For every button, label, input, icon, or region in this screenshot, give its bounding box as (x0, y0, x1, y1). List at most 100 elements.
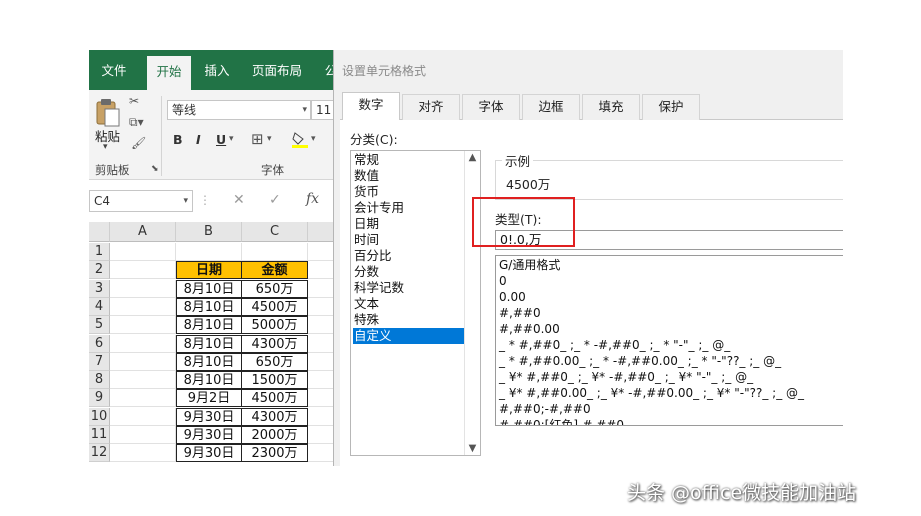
category-item[interactable]: 特殊 (353, 312, 466, 328)
tab-alignment[interactable]: 对齐 (402, 94, 460, 120)
insert-function-icon[interactable]: fx (306, 191, 319, 207)
row-header[interactable]: 5 (89, 316, 110, 335)
table-cell-amount[interactable]: 4300万 (241, 334, 308, 353)
table-cell-amount[interactable]: 5000万 (241, 316, 308, 335)
table-cell-date[interactable]: 8月10日 (176, 316, 242, 335)
cell[interactable] (308, 261, 335, 280)
table-cell-date[interactable]: 9月30日 (176, 444, 242, 463)
chevron-down-icon[interactable]: ▾ (302, 101, 307, 119)
tab-protection[interactable]: 保护 (642, 94, 700, 120)
format-code-list[interactable]: G/通用格式 0 0.00 #,##0 #,##0.00 _ * #,##0_ ;_ * … (495, 255, 843, 426)
cell[interactable] (308, 280, 335, 298)
table-cell-amount[interactable]: 4300万 (241, 407, 308, 426)
cancel-icon[interactable]: ✕ (233, 192, 245, 208)
format-code-item[interactable]: #,##0;[红色]-#,##0 (499, 417, 624, 425)
table-cell-amount[interactable]: 2300万 (241, 444, 308, 463)
tab-file[interactable]: 文件 (89, 50, 139, 90)
bold-button[interactable]: B (173, 132, 183, 147)
row-header[interactable]: 4 (89, 297, 110, 316)
category-item[interactable]: 常规 (353, 152, 466, 168)
cell[interactable] (110, 371, 176, 390)
column-header-a[interactable]: A (110, 222, 176, 242)
table-cell-date[interactable]: 9月30日 (176, 407, 242, 426)
row-header[interactable]: 10 (89, 407, 110, 426)
cell[interactable] (110, 316, 176, 335)
table-cell-date[interactable]: 8月10日 (176, 334, 242, 353)
category-item[interactable]: 自定义 (353, 328, 466, 344)
tab-insert[interactable]: 插入 (195, 50, 239, 90)
cell[interactable] (308, 335, 335, 353)
row-header[interactable]: 6 (89, 334, 110, 353)
format-code-item[interactable]: _ * #,##0.00_ ;_ * -#,##0.00_ ;_ * "-"??… (499, 353, 781, 369)
italic-button[interactable]: I (196, 132, 201, 147)
paste-dropdown-icon[interactable]: ▾ (103, 142, 108, 152)
underline-button[interactable]: U (216, 132, 226, 147)
format-code-item[interactable]: G/通用格式 (499, 257, 560, 273)
table-cell-date[interactable]: 9月2日 (176, 389, 242, 408)
font-size-combo[interactable]: 11 (311, 100, 335, 120)
cell[interactable] (110, 352, 176, 371)
tab-home[interactable]: 开始 (147, 56, 191, 90)
underline-dropdown-icon[interactable]: ▾ (229, 134, 234, 144)
format-code-item[interactable]: 0 (499, 273, 507, 289)
format-code-item[interactable]: #,##0.00 (499, 321, 560, 337)
cell[interactable] (110, 297, 176, 316)
table-cell-amount[interactable]: 2000万 (241, 426, 308, 444)
tab-border[interactable]: 边框 (522, 94, 580, 120)
row-header[interactable]: 8 (89, 371, 110, 390)
cut-icon[interactable]: ✂ (129, 94, 139, 108)
table-header-date[interactable]: 日期 (176, 261, 242, 280)
enter-icon[interactable]: ✓ (269, 192, 281, 208)
category-item[interactable]: 日期 (353, 216, 466, 232)
paste-icon[interactable] (95, 98, 121, 127)
cell[interactable] (308, 426, 335, 444)
row-header[interactable]: 1 (89, 243, 110, 261)
table-cell-amount[interactable]: 1500万 (241, 371, 308, 390)
tab-font[interactable]: 字体 (462, 94, 520, 120)
table-cell-amount[interactable]: 650万 (241, 279, 308, 298)
table-header-amount[interactable]: 金额 (241, 261, 308, 280)
font-name-combo[interactable]: 等线 ▾ (167, 100, 311, 120)
table-cell-date[interactable]: 9月30日 (176, 426, 242, 444)
format-code-item[interactable]: #,##0;-#,##0 (499, 401, 591, 417)
cell[interactable] (308, 389, 335, 408)
table-cell-date[interactable]: 8月10日 (176, 371, 242, 390)
row-header[interactable]: 11 (89, 426, 110, 444)
cell[interactable] (308, 371, 335, 390)
table-cell-amount[interactable] (241, 243, 308, 261)
format-code-item[interactable]: _ * #,##0_ ;_ * -#,##0_ ;_ * "-"_ ;_ @_ (499, 337, 730, 353)
cell[interactable] (308, 444, 335, 463)
cell[interactable] (308, 408, 335, 426)
row-header[interactable]: 9 (89, 389, 110, 408)
table-cell-amount[interactable]: 650万 (241, 352, 308, 371)
table-cell-date[interactable]: 8月10日 (176, 352, 242, 371)
row-header[interactable]: 2 (89, 261, 110, 280)
cell[interactable] (110, 279, 176, 298)
dialog-launcher-icon[interactable]: ⬊ (151, 164, 159, 174)
scroll-down-icon[interactable]: ▼ (465, 443, 480, 454)
fill-dropdown-icon[interactable]: ▾ (311, 134, 316, 144)
category-list[interactable]: 常规 数值 货币 会计专用 日期 时间 百分比 分数 科学记数 文本 特殊 自定义 ▲ ▼ (350, 150, 481, 456)
copy-icon[interactable]: ⧉▾ (129, 115, 144, 130)
format-code-item[interactable]: #,##0 (499, 305, 541, 321)
cell[interactable] (110, 334, 176, 353)
category-item[interactable]: 分数 (353, 264, 466, 280)
category-item[interactable]: 会计专用 (353, 200, 466, 216)
tab-page-layout[interactable]: 页面布局 (245, 50, 309, 90)
table-cell-date[interactable] (176, 243, 242, 261)
column-header-b[interactable]: B (176, 222, 242, 242)
cell[interactable] (110, 426, 176, 444)
cell[interactable] (110, 243, 176, 261)
category-item[interactable]: 时间 (353, 232, 466, 248)
border-dropdown-icon[interactable]: ▾ (267, 134, 272, 144)
table-cell-amount[interactable]: 4500万 (241, 297, 308, 316)
table-cell-amount[interactable]: 4500万 (241, 389, 308, 408)
name-box[interactable]: C4 ▾ (89, 190, 193, 212)
cell[interactable] (110, 407, 176, 426)
cell[interactable] (308, 353, 335, 371)
cell[interactable] (110, 444, 176, 463)
table-cell-date[interactable]: 8月10日 (176, 297, 242, 316)
format-code-item[interactable]: _ ¥* #,##0_ ;_ ¥* -#,##0_ ;_ ¥* "-"_ ;_ … (499, 369, 753, 385)
tab-fill[interactable]: 填充 (582, 94, 640, 120)
tab-number[interactable]: 数字 (342, 92, 400, 121)
